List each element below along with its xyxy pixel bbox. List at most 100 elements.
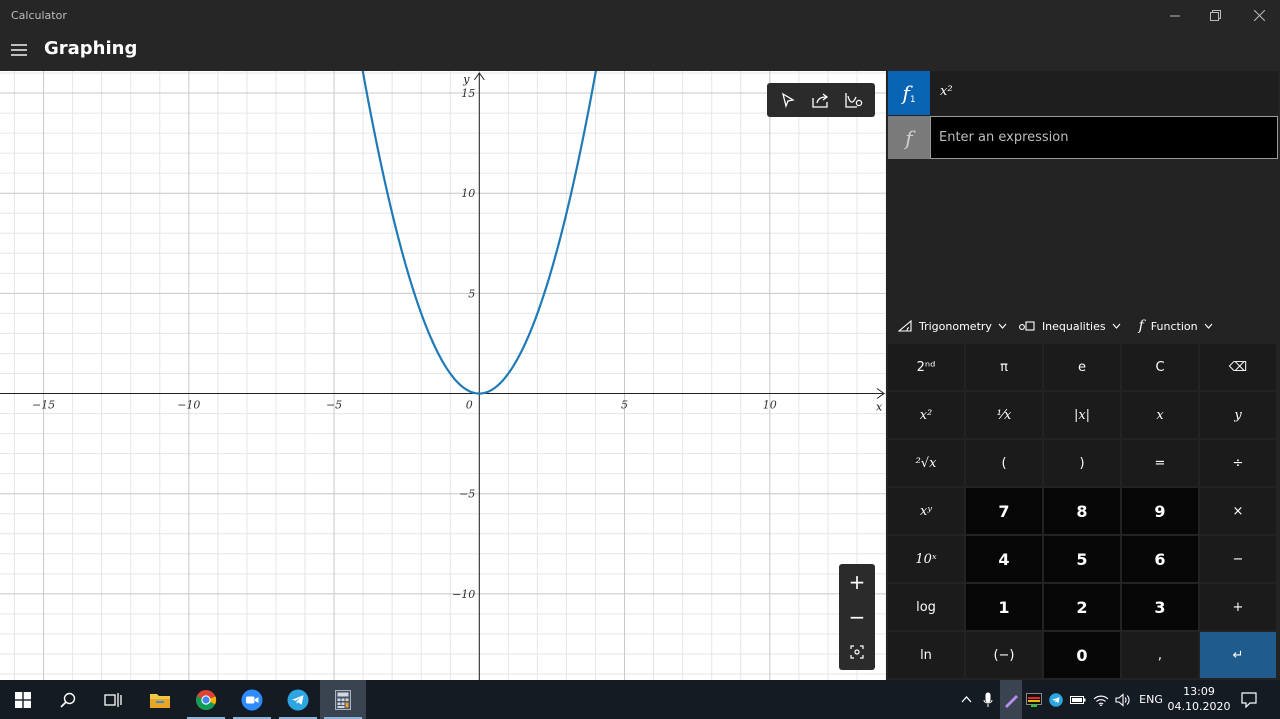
expression-input[interactable] <box>930 116 1278 159</box>
menu-button[interactable] <box>8 39 30 61</box>
volume-tray-button[interactable] <box>1113 680 1133 719</box>
function-dropdown[interactable]: f Function <box>1139 318 1213 334</box>
reset-view-button[interactable] <box>839 634 875 669</box>
key-r1-c3[interactable]: x <box>1122 392 1198 438</box>
telegram-tray-button[interactable] <box>1046 680 1066 719</box>
search-button[interactable] <box>45 680 91 719</box>
key-r0-c4[interactable]: ⌫ <box>1200 344 1276 390</box>
share-button[interactable] <box>806 86 836 114</box>
close-button[interactable] <box>1236 0 1280 31</box>
microphone-tray-button[interactable] <box>979 680 997 719</box>
restore-button[interactable] <box>1192 0 1238 31</box>
zoom-panel: + − <box>839 564 875 670</box>
display-tray-button[interactable] <box>1024 680 1044 719</box>
telegram-button[interactable] <box>275 680 321 719</box>
key-r2-c0[interactable]: ²√x <box>888 440 964 486</box>
key-r3-c3[interactable]: 9 <box>1122 488 1198 534</box>
keypad: 2ⁿᵈ π e C ⌫ x² ¹⁄x |x| x y ²√x() = ÷ xʸ 7 8 9 × 10ˣ 4 5 6− log… <box>888 344 1278 680</box>
task-view-button[interactable] <box>90 680 136 719</box>
action-center-button[interactable] <box>1236 680 1262 719</box>
function-row-new: f <box>888 116 1278 159</box>
key-r6-c0[interactable]: ln <box>888 632 964 678</box>
clock[interactable]: 13:09 04.10.2020 <box>1166 684 1232 714</box>
x-tick-label: −5 <box>326 399 342 412</box>
key-r5-c0[interactable]: log <box>888 584 964 630</box>
zoom-in-button[interactable]: + <box>839 564 875 599</box>
key-r6-c2[interactable]: 0 <box>1044 632 1120 678</box>
trace-button[interactable] <box>773 86 803 114</box>
inequalities-dropdown[interactable]: Inequalities <box>1018 319 1121 333</box>
chevron-down-icon <box>998 323 1007 329</box>
key-r6-c4[interactable]: ↵ <box>1200 632 1276 678</box>
key-r5-c4[interactable]: + <box>1200 584 1276 630</box>
microphone-icon <box>983 692 993 707</box>
zoom-app-button[interactable] <box>229 680 275 719</box>
function-row-1[interactable]: f1 x² <box>888 71 1278 115</box>
battery-tray-button[interactable] <box>1068 680 1088 719</box>
x-tick-label: −15 <box>32 399 55 412</box>
start-button[interactable] <box>0 680 46 719</box>
key-r4-c0[interactable]: 10ˣ <box>888 536 964 582</box>
chevron-down-icon <box>1112 323 1121 329</box>
chevron-down-icon <box>1204 323 1213 329</box>
show-hidden-icons-button[interactable] <box>956 680 976 719</box>
key-r5-c2[interactable]: 2 <box>1044 584 1120 630</box>
video-camera-icon <box>241 689 263 710</box>
key-r4-c3[interactable]: 6 <box>1122 536 1198 582</box>
calculator-icon <box>335 689 351 710</box>
function-expression: x² <box>940 84 953 99</box>
function-badge[interactable]: f1 <box>888 71 930 115</box>
key-r1-c1[interactable]: ¹⁄x <box>966 392 1042 438</box>
key-r2-c4[interactable]: ÷ <box>1200 440 1276 486</box>
key-r0-c3[interactable]: C <box>1122 344 1198 390</box>
minor-grid <box>0 71 886 680</box>
pen-tray-button[interactable] <box>1000 680 1022 719</box>
graph-toolbar <box>767 83 875 117</box>
graph-plot: −15 −10 −5 0 5 10 15 10 5 −5 −10 x y <box>0 71 886 680</box>
key-r2-c3[interactable]: = <box>1122 440 1198 486</box>
zoom-out-button[interactable]: − <box>839 599 875 634</box>
key-r6-c1[interactable]: (−) <box>966 632 1042 678</box>
inequalities-label: Inequalities <box>1041 319 1106 333</box>
key-r4-c2[interactable]: 5 <box>1044 536 1120 582</box>
trigonometry-dropdown[interactable]: Trigonometry <box>898 320 1007 333</box>
x-tick-label: 0 <box>466 399 473 412</box>
chrome-button[interactable] <box>183 680 229 719</box>
key-r0-c2[interactable]: e <box>1044 344 1120 390</box>
key-r3-c0[interactable]: xʸ <box>888 488 964 534</box>
key-r2-c2[interactable]: ) <box>1044 440 1120 486</box>
telegram-icon <box>287 689 309 710</box>
function-badge-empty: f <box>888 116 930 159</box>
chevron-up-icon <box>961 696 971 703</box>
key-r3-c4[interactable]: × <box>1200 488 1276 534</box>
key-r1-c2[interactable]: |x| <box>1044 392 1120 438</box>
wifi-tray-button[interactable] <box>1091 680 1111 719</box>
key-r5-c3[interactable]: 3 <box>1122 584 1198 630</box>
chrome-icon <box>196 689 217 710</box>
key-r4-c4[interactable]: − <box>1200 536 1276 582</box>
graph-settings-icon <box>845 93 863 108</box>
key-r0-c1[interactable]: π <box>966 344 1042 390</box>
calculator-taskbar-button[interactable] <box>320 680 366 719</box>
key-r4-c1[interactable]: 4 <box>966 536 1042 582</box>
language-indicator[interactable]: ENG <box>1136 680 1166 719</box>
key-r5-c1[interactable]: 1 <box>966 584 1042 630</box>
file-explorer-button[interactable] <box>137 680 183 719</box>
key-r6-c3[interactable]: , <box>1122 632 1198 678</box>
graph-canvas[interactable]: −15 −10 −5 0 5 10 15 10 5 −5 −10 x y + − <box>0 71 886 680</box>
key-r1-c0[interactable]: x² <box>888 392 964 438</box>
y-tick-label: 15 <box>461 87 475 100</box>
clock-time: 13:09 <box>1183 685 1215 698</box>
key-r2-c1[interactable]: ( <box>966 440 1042 486</box>
tick-labels: −15 −10 −5 0 5 10 15 10 5 −5 −10 <box>32 87 777 601</box>
axes <box>0 72 885 680</box>
graph-settings-button[interactable] <box>839 86 869 114</box>
app-title: Calculator <box>11 9 67 22</box>
key-r3-c1[interactable]: 7 <box>966 488 1042 534</box>
key-r3-c2[interactable]: 8 <box>1044 488 1120 534</box>
key-r1-c4[interactable]: y <box>1200 392 1276 438</box>
mode-title: Graphing <box>44 38 138 59</box>
key-r0-c0[interactable]: 2ⁿᵈ <box>888 344 964 390</box>
function-icon: f <box>1138 318 1144 334</box>
y-tick-label: −10 <box>452 588 475 601</box>
